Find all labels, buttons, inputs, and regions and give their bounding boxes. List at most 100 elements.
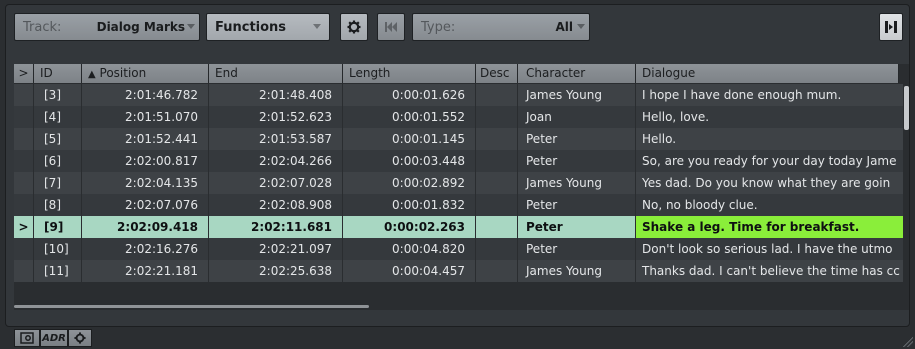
row-length: 0:00:04.820: [343, 238, 476, 260]
row-character: Peter: [518, 150, 636, 172]
table-row[interactable]: [11] 2:02:21.181 2:02:25.638 0:00:04.457 Jam…: [14, 260, 904, 282]
adr-button[interactable]: ADR: [40, 329, 68, 347]
gear-icon: [347, 20, 361, 34]
row-dialogue: Don't look so serious lad. I have the ut…: [636, 238, 904, 260]
row-character: Peter: [518, 238, 636, 260]
row-position: 2:01:52.441: [82, 128, 209, 150]
row-position: 2:02:00.817: [82, 150, 209, 172]
chevron-down-icon: [313, 24, 321, 29]
row-length: 0:00:01.145: [343, 128, 476, 150]
row-position: 2:01:51.070: [82, 106, 209, 128]
row-dialogue: Hello.: [636, 128, 904, 150]
row-length: 0:00:03.448: [343, 150, 476, 172]
panel-toggle-icon: [885, 21, 897, 33]
table-row[interactable]: [6] 2:02:00.817 2:02:04.266 0:00:03.448 Pete…: [14, 150, 904, 172]
bottom-settings-button[interactable]: [68, 329, 92, 347]
col-dialogue[interactable]: Dialogue: [636, 64, 899, 83]
row-end: 2:02:08.908: [209, 194, 343, 216]
row-id: [9]: [34, 216, 82, 238]
skip-back-icon: [385, 22, 397, 32]
col-position[interactable]: ▲ Position: [82, 64, 209, 83]
row-character: Joan: [518, 106, 636, 128]
row-character: Peter: [518, 128, 636, 150]
table-row[interactable]: [5] 2:01:52.441 2:01:53.587 0:00:01.145 Pete…: [14, 128, 904, 150]
row-id: [8]: [34, 194, 82, 216]
col-desc[interactable]: Desc: [476, 64, 518, 83]
row-id: [7]: [34, 172, 82, 194]
row-desc: [476, 172, 518, 194]
row-length: 0:00:01.552: [343, 106, 476, 128]
bottom-bar: ADR: [14, 329, 92, 347]
row-marker: [14, 150, 34, 172]
table-row[interactable]: [8] 2:02:07.076 2:02:08.908 0:00:01.832 Pete…: [14, 194, 904, 216]
row-dialogue: Shake a leg. Time for breakfast.: [636, 216, 904, 238]
row-desc: [476, 216, 518, 238]
row-dialogue: No, no bloody clue.: [636, 194, 904, 216]
row-position: 2:02:07.076: [82, 194, 209, 216]
functions-menu[interactable]: Functions: [206, 13, 330, 41]
row-dialogue: Thanks dad. I can't believe the time has…: [636, 260, 904, 282]
table-row[interactable]: [4] 2:01:51.070 2:01:52.623 0:00:01.552 Joan…: [14, 106, 904, 128]
horizontal-scroll-thumb[interactable]: [14, 305, 369, 308]
track-selector[interactable]: Track: Dialog Marks: [14, 13, 200, 41]
table-row[interactable]: [7] 2:02:04.135 2:02:07.028 0:00:02.892 Jame…: [14, 172, 904, 194]
row-id: [3]: [34, 84, 82, 106]
row-marker: >: [14, 216, 34, 238]
row-desc: [476, 150, 518, 172]
row-character: James Young: [518, 260, 636, 282]
row-position: 2:02:04.135: [82, 172, 209, 194]
row-desc: [476, 106, 518, 128]
row-position: 2:02:09.418: [82, 216, 209, 238]
type-label: Type:: [421, 19, 456, 35]
row-desc: [476, 194, 518, 216]
row-character: Peter: [518, 216, 636, 238]
previous-marker-button[interactable]: [377, 13, 405, 41]
row-dialogue: So, are you ready for your day today Jam…: [636, 150, 904, 172]
resize-grip-icon[interactable]: [903, 337, 913, 347]
row-desc: [476, 84, 518, 106]
table-row[interactable]: [10] 2:02:16.276 2:02:21.097 0:00:04.820 Pet…: [14, 238, 904, 260]
row-marker: [14, 128, 34, 150]
toolbar: Track: Dialog Marks Functions Type: All: [10, 10, 905, 46]
col-length[interactable]: Length: [343, 64, 476, 83]
table-body: [3] 2:01:46.782 2:01:48.408 0:00:01.626 Jame…: [14, 84, 904, 282]
type-selector[interactable]: Type: All: [412, 13, 590, 41]
chevron-down-icon: [577, 24, 585, 29]
row-character: James Young: [518, 84, 636, 106]
col-position-label: Position: [99, 66, 147, 80]
col-character[interactable]: Character: [518, 64, 636, 83]
row-character: James Young: [518, 172, 636, 194]
col-id[interactable]: ID: [34, 64, 82, 83]
row-dialogue: Hello, love.: [636, 106, 904, 128]
row-id: [4]: [34, 106, 82, 128]
row-position: 2:01:46.782: [82, 84, 209, 106]
row-marker: [14, 172, 34, 194]
row-end: 2:02:04.266: [209, 150, 343, 172]
row-length: 0:00:02.263: [343, 216, 476, 238]
table-row[interactable]: > [9] 2:02:09.418 2:02:11.681 0:00:02.263 Pet…: [14, 216, 904, 238]
col-end[interactable]: End: [209, 64, 343, 83]
row-marker: [14, 106, 34, 128]
row-marker: [14, 260, 34, 282]
row-desc: [476, 260, 518, 282]
col-marker[interactable]: >: [14, 64, 34, 83]
markers-table: > ID ▲ Position End Length Desc Characte…: [14, 64, 909, 310]
row-desc: [476, 238, 518, 260]
row-id: [5]: [34, 128, 82, 150]
settings-button[interactable]: [340, 13, 368, 41]
functions-label: Functions: [215, 19, 287, 35]
table-header: > ID ▲ Position End Length Desc Characte…: [14, 64, 909, 83]
row-marker: [14, 238, 34, 260]
row-character: Peter: [518, 194, 636, 216]
settings-panel-button[interactable]: [14, 329, 40, 347]
row-dialogue: I hope I have done enough mum.: [636, 84, 904, 106]
table-row[interactable]: [3] 2:01:46.782 2:01:48.408 0:00:01.626 Jame…: [14, 84, 904, 106]
vertical-scrollbar[interactable]: [904, 84, 909, 310]
settings-panel-icon: [20, 332, 34, 344]
row-length: 0:00:01.832: [343, 194, 476, 216]
panel-toggle-button[interactable]: [879, 13, 903, 41]
track-label: Track:: [23, 19, 62, 35]
row-marker: [14, 84, 34, 106]
row-end: 2:02:07.028: [209, 172, 343, 194]
vertical-scroll-thumb[interactable]: [904, 86, 909, 130]
